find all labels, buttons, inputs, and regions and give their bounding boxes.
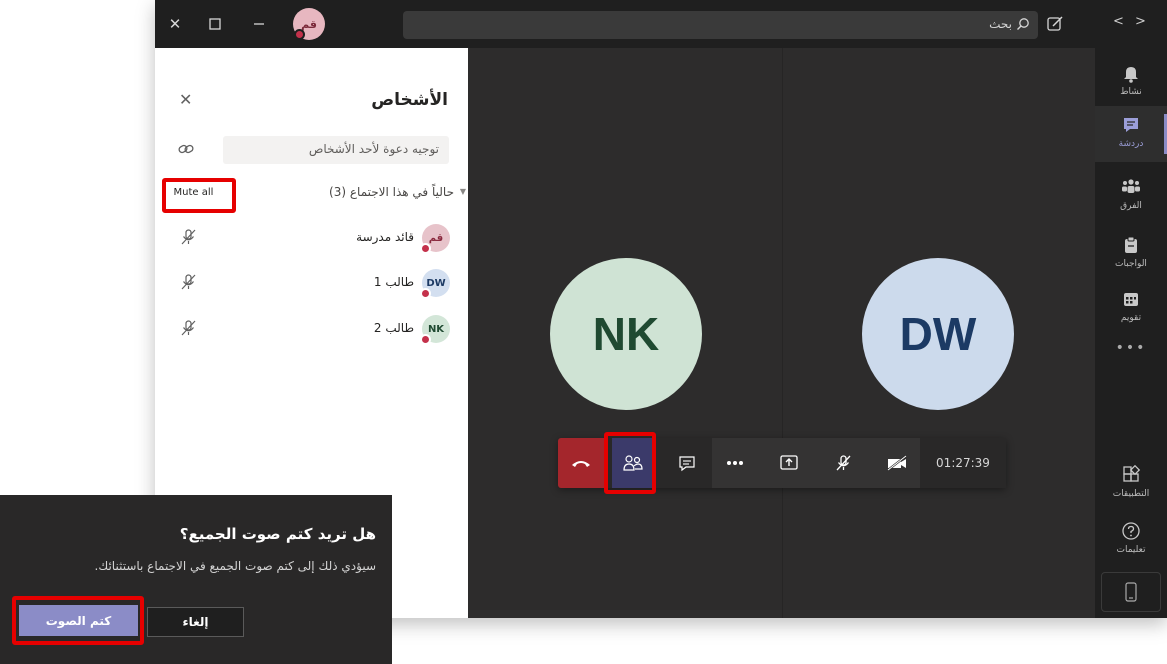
participant-avatar: NK: [420, 315, 450, 345]
calendar-icon: [1124, 293, 1138, 306]
mic-off-icon: [181, 320, 196, 336]
participant-avatar: DW: [420, 269, 450, 299]
busy-status-dot: [420, 243, 431, 254]
dialog-title: هل تريد كتم صوت الجميع؟: [179, 525, 376, 543]
more-apps-icon[interactable]: •••: [1095, 340, 1167, 356]
participant-row[interactable]: DW طالب 1: [155, 263, 468, 303]
chevron-down-icon[interactable]: ▼: [460, 187, 466, 196]
rail-item-chat[interactable]: دردشة: [1095, 106, 1167, 162]
more-icon: [727, 461, 743, 465]
chevron-right-icon[interactable]: >: [1135, 14, 1146, 29]
chat-icon: [679, 456, 695, 472]
maximize-window-icon[interactable]: [201, 10, 229, 38]
mobile-device-icon[interactable]: [1101, 572, 1161, 612]
call-timer: 01:27:39: [920, 438, 1006, 488]
close-window-icon[interactable]: ✕: [161, 10, 189, 38]
share-content-button[interactable]: [766, 438, 812, 488]
assignments-icon: [1125, 236, 1137, 253]
busy-status-dot: [294, 29, 305, 40]
rail-item-assignments[interactable]: الواجبات: [1095, 226, 1167, 282]
rail-item-label: تعليمات: [1116, 545, 1146, 555]
search-input[interactable]: بحث: [403, 11, 1038, 39]
video-tile-avatar-dw: DW: [862, 258, 1014, 410]
rail-item-label: نشاط: [1120, 87, 1142, 97]
teams-icon: [1122, 179, 1140, 193]
busy-status-dot: [420, 288, 431, 299]
screenshot-root: ✕ قم بحث < > الأشخاص ✕ توجيه دعوة لأحد ا…: [0, 0, 1167, 664]
more-actions-button[interactable]: [712, 438, 758, 488]
close-panel-icon[interactable]: ✕: [179, 90, 192, 109]
chat-icon: [1124, 118, 1138, 132]
mute-all-dialog: هل تريد كتم صوت الجميع؟ سيؤدي ذلك إلى كت…: [0, 495, 392, 664]
rail-item-label: الفرق: [1120, 201, 1142, 211]
highlight-box-mute-button: [12, 596, 144, 645]
profile-avatar[interactable]: قم: [293, 8, 325, 40]
camera-off-icon: [887, 455, 907, 471]
highlight-box-participants: [604, 432, 656, 494]
minimize-window-icon[interactable]: [245, 10, 273, 38]
participant-initials: قم: [428, 232, 444, 244]
participant-avatar: قم: [420, 224, 450, 254]
participant-initials: DW: [426, 277, 446, 289]
new-chat-icon[interactable]: [1045, 14, 1065, 34]
search-label: بحث: [989, 17, 1012, 31]
app-rail: نشاط دردشة الفرق الواجبات تقويم ••• التط…: [1095, 48, 1167, 618]
cancel-button[interactable]: إلغاء: [147, 607, 244, 637]
participant-row[interactable]: قم قائد مدرسة: [155, 218, 468, 258]
rail-item-teams[interactable]: الفرق: [1095, 168, 1167, 224]
participant-row[interactable]: NK طالب 2: [155, 309, 468, 349]
rail-item-label: دردشة: [1118, 139, 1144, 149]
tile-divider: [782, 48, 783, 618]
video-tile-avatar-nk: NK: [550, 258, 702, 410]
highlight-box-mute-all: [162, 178, 236, 213]
hang-up-icon: [572, 461, 590, 467]
share-screen-icon: [780, 455, 798, 470]
rail-item-label: التطبيقات: [1112, 489, 1150, 499]
rail-item-label: تقويم: [1120, 313, 1142, 323]
chevron-left-icon[interactable]: <: [1113, 14, 1124, 29]
bell-icon: [1124, 67, 1138, 83]
panel-title: الأشخاص: [371, 90, 448, 110]
mic-off-icon: [181, 274, 196, 290]
apps-icon: [1123, 464, 1141, 482]
help-icon: [1122, 522, 1140, 540]
title-bar: ✕ قم بحث < >: [155, 0, 1167, 48]
participant-name: طالب 1: [373, 275, 414, 289]
participant-name: قائد مدرسة: [356, 230, 414, 244]
rail-item-label: الواجبات: [1115, 259, 1147, 269]
meeting-chat-button[interactable]: [666, 438, 708, 488]
meeting-stage: NK DW 01:27:39: [468, 48, 1095, 618]
toggle-mic-button[interactable]: [820, 438, 866, 488]
search-icon: [1017, 18, 1029, 30]
mic-off-icon: [836, 455, 851, 471]
rail-item-apps[interactable]: التطبيقات: [1095, 456, 1167, 512]
invite-people-input[interactable]: توجيه دعوة لأحد الأشخاص: [223, 136, 449, 164]
participant-initials: NK: [427, 323, 445, 335]
rail-item-help[interactable]: تعليمات: [1095, 512, 1167, 568]
rail-item-activity[interactable]: نشاط: [1095, 54, 1167, 110]
toggle-camera-button[interactable]: [874, 438, 920, 488]
in-meeting-section-label[interactable]: حالياً في هذا الاجتماع (3): [329, 185, 454, 199]
dialog-message: سيؤدي ذلك إلى كتم صوت الجميع في الاجتماع…: [94, 559, 376, 573]
mic-off-icon: [181, 229, 196, 245]
busy-status-dot: [420, 334, 431, 345]
profile-avatar-initials: قم: [301, 17, 317, 31]
share-link-icon[interactable]: [177, 140, 195, 158]
hang-up-button[interactable]: [558, 438, 604, 488]
invite-placeholder: توجيه دعوة لأحد الأشخاص: [308, 142, 439, 156]
participant-name: طالب 2: [373, 321, 414, 335]
rail-item-calendar[interactable]: تقويم: [1095, 280, 1167, 336]
